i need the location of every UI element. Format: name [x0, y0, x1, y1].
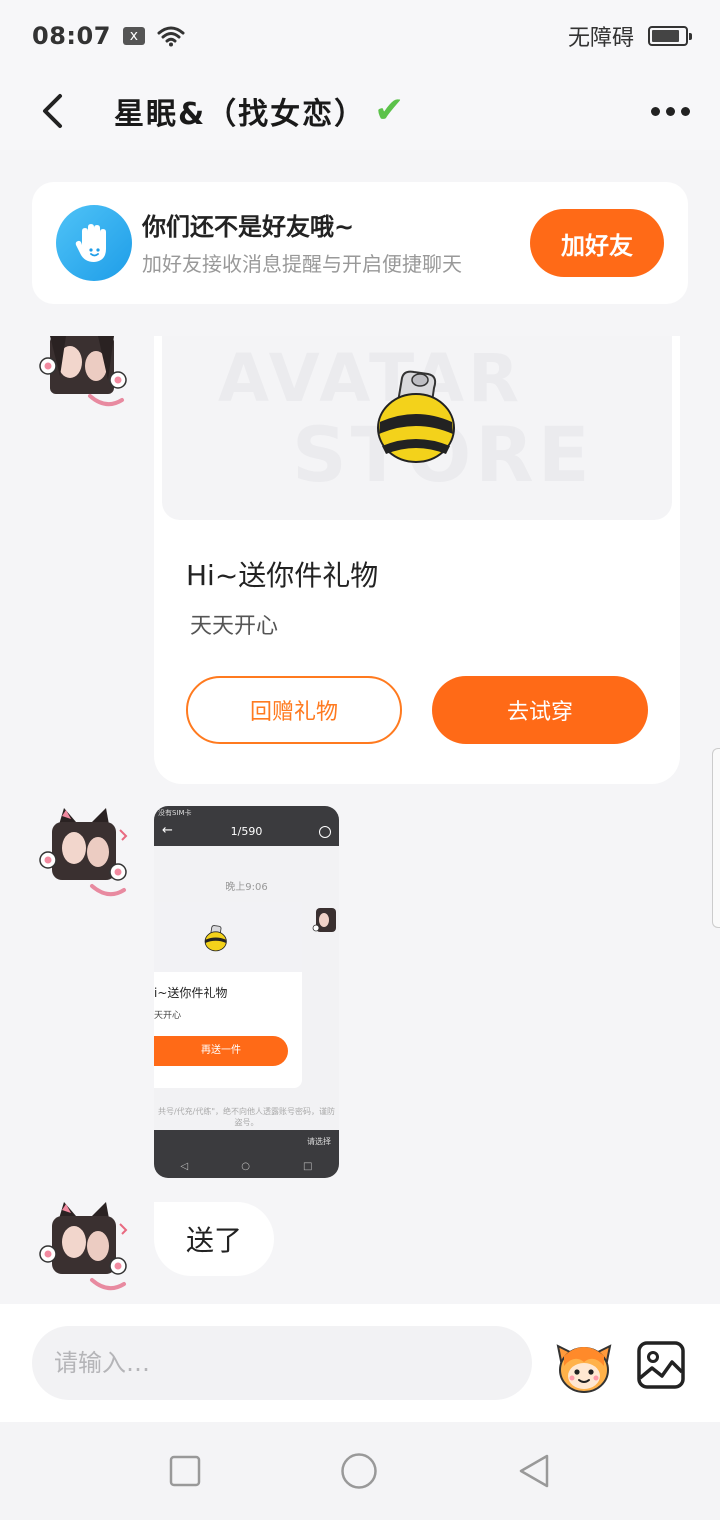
message-input-bar: [0, 1304, 720, 1422]
wave-hand-icon: [56, 205, 132, 281]
back-nav-icon[interactable]: [517, 1453, 551, 1489]
gift-message-card[interactable]: AVATAR STORE Hi~送你件礼物 天天开心 回赠礼物 去试穿: [154, 336, 680, 784]
friend-banner-title: 你们还不是好友哦~: [142, 213, 355, 241]
add-friend-button[interactable]: 加好友: [530, 209, 664, 277]
screenshot-card-title: i~送你件礼物: [154, 986, 228, 1000]
wifi-icon: [157, 26, 185, 47]
screenshot-timestamp: 晚上9:06: [225, 882, 268, 893]
more-options-button[interactable]: [620, 72, 720, 150]
screenshot-card-subtitle: 天开心: [154, 1011, 182, 1021]
return-gift-button[interactable]: 回赠礼物: [186, 676, 402, 744]
gift-title: Hi~送你件礼物: [186, 559, 379, 592]
nav-recent-icon: □: [303, 1161, 313, 1172]
recent-apps-icon[interactable]: [169, 1455, 201, 1487]
gift-item-icon: [377, 370, 455, 463]
no-sim-icon: x: [122, 27, 145, 45]
accessibility-label: 无障碍: [567, 26, 634, 51]
home-icon[interactable]: [340, 1452, 378, 1490]
gift-item-icon: [204, 925, 227, 952]
avatar[interactable]: [36, 336, 128, 412]
avatar-store-banner: AVATAR STORE: [162, 336, 672, 520]
avatar[interactable]: [36, 1200, 128, 1296]
battery-icon: [648, 26, 692, 46]
friend-request-banner: 你们还不是好友哦~ 加好友接收消息提醒与开启便捷聊天 加好友: [32, 182, 688, 304]
nav-home-icon: ○: [241, 1161, 250, 1172]
screenshot-image-message[interactable]: 没有SIM卡 ← 1/590 晚上9:06 i~送你件礼物 天开心 再送一件 共…: [154, 806, 339, 1178]
screenshot-status-text: 没有SIM卡: [158, 809, 192, 817]
gift-subtitle: 天天开心: [190, 614, 279, 639]
screenshot-gift-card: i~送你件礼物 天开心 再送一件: [154, 902, 302, 1088]
chevron-left-icon: [43, 94, 62, 128]
sticker-emoji-icon[interactable]: [552, 1332, 616, 1396]
screenshot-bottom-bar: 请选择 ◁ ○ □: [154, 1130, 339, 1178]
screenshot-send-again-button: 再送一件: [154, 1036, 288, 1066]
battery-level: [652, 30, 680, 42]
chat-title: 星眠&（找女恋）: [114, 97, 367, 132]
friend-banner-subtitle: 加好友接收消息提醒与开启便捷聊天: [142, 252, 462, 276]
more-dots-icon: [650, 106, 660, 116]
system-navigation-bar: [0, 1422, 720, 1520]
image-picker-icon[interactable]: [636, 1340, 686, 1390]
back-button[interactable]: [0, 72, 100, 150]
text-message-bubble[interactable]: 送了: [154, 1202, 274, 1276]
banner-watermark: AVATAR: [218, 340, 523, 417]
chat-header: 星眠&（找女恋） ✔: [0, 72, 720, 150]
screenshot-select-label: 请选择: [307, 1137, 331, 1146]
screenshot-top-bar: 没有SIM卡 ← 1/590: [154, 806, 339, 846]
check-circle-icon: [319, 826, 331, 838]
avatar: [312, 908, 336, 932]
status-bar: 08:07 x 无障碍: [0, 0, 720, 72]
chat-title-area[interactable]: 星眠&（找女恋） ✔: [100, 89, 620, 133]
verified-check-icon: ✔: [374, 90, 405, 131]
status-time: 08:07: [32, 22, 111, 50]
screenshot-page-indicator: 1/590: [230, 825, 263, 838]
try-on-button[interactable]: 去试穿: [432, 676, 648, 744]
avatar[interactable]: [36, 806, 128, 902]
screenshot-warning-note: 共号/代充/代练"，绝不向他人透露账号密码，谨防盗号。: [157, 1107, 336, 1128]
message-input[interactable]: [32, 1326, 532, 1400]
scroll-handle[interactable]: [712, 748, 720, 928]
nav-back-icon: ◁: [180, 1161, 189, 1172]
